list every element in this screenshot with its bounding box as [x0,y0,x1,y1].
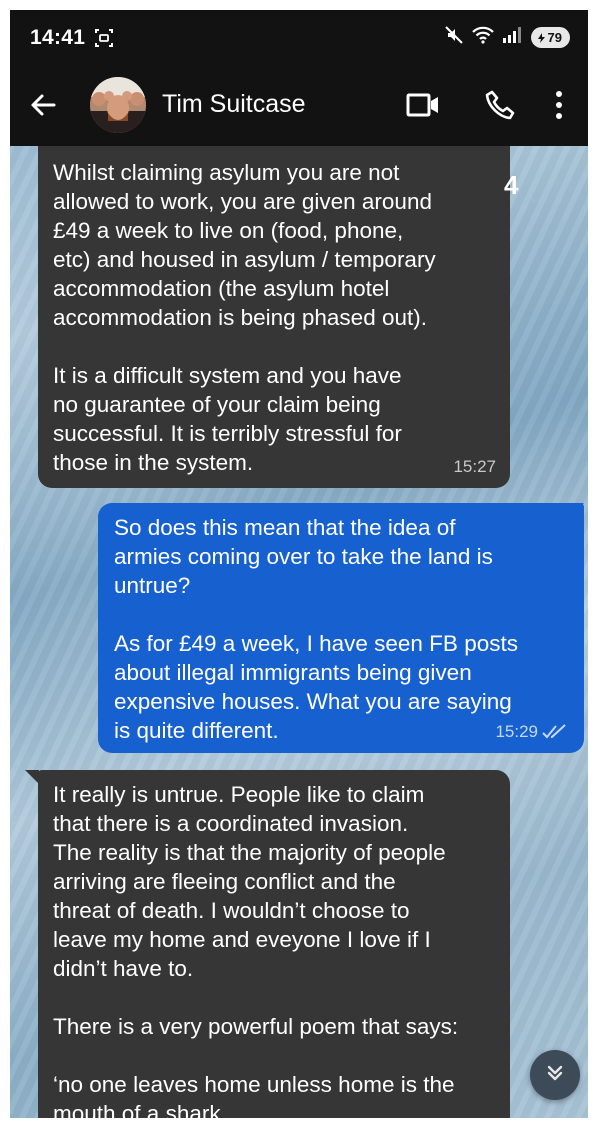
message-line: threat of death. I wouldn’t choose to [53,898,410,923]
mute-icon [444,25,464,50]
message-line: So does this mean that the idea of [114,515,456,540]
status-icons: 79 [444,25,570,50]
page-number-overlay: 4 [504,170,519,200]
message-line: successful. It is terribly stressful for [53,421,402,446]
back-arrow-icon[interactable] [28,90,62,124]
status-bar: 14:41 79 [10,10,588,66]
message-line: those in the system. [53,450,254,475]
message-line: accommodation (the asylum hotel [53,276,390,301]
message-line: etc) and housed in asylum / temporary [53,247,436,272]
message-bubble-incoming[interactable]: Whilst claiming asylum you are not allow… [38,144,510,488]
message-line: The reality is that the majority of peop… [53,840,446,865]
message-line: As for £49 a week, I have seen FB posts [114,631,518,656]
phone-call-icon[interactable] [484,89,516,126]
status-time: 14:41 [30,26,86,49]
message-line: about illegal immigrants being given [114,660,472,685]
scroll-to-bottom-button[interactable] [530,1050,580,1100]
message-line: There is a very powerful poem that says: [53,1014,459,1039]
message-line: It really is untrue. People like to clai… [53,782,425,807]
message-time: 15:29 [495,722,538,741]
double-check-icon [542,718,568,747]
message-line: no guarantee of your claim being [53,392,381,417]
screen-record-icon [93,27,115,54]
message-line: mouth of a shark, [53,1101,227,1118]
message-time: 15:27 [453,457,496,476]
contact-name[interactable]: Tim Suitcase [162,90,306,119]
video-call-icon[interactable] [406,91,440,124]
message-line: expensive houses. What you are saying [114,689,512,714]
chevron-double-down-icon [544,1062,566,1089]
signal-icon [502,26,524,49]
message-line: leave my home and eveyone I love if I [53,927,431,952]
message-bubble-outgoing[interactable]: So does this mean that the idea of armie… [98,503,584,753]
avatar[interactable] [90,77,146,133]
message-line: untrue? [114,573,191,598]
message-line: arriving are fleeing conflict and the [53,869,396,894]
message-line: didn’t have to. [53,956,194,981]
battery-icon: 79 [530,27,570,48]
bubble-tail [25,770,39,784]
message-line: It is a difficult system and you have [53,363,402,388]
message-line: £49 a week to live on (food, phone, [53,218,404,243]
message-line: armies coming over to take the land is [114,544,493,569]
more-vertical-icon[interactable] [554,90,564,125]
message-line: allowed to work, you are given around [53,189,432,214]
message-line: Whilst claiming asylum you are not [53,160,400,185]
chat-header: Tim Suitcase [10,66,588,146]
message-bubble-incoming[interactable]: It really is untrue. People like to clai… [38,770,510,1118]
phone-screen: 14:41 79 Tim Suitcase 4 Whilst claiming … [10,10,588,1118]
message-line: ‘no one leaves home unless home is the [53,1072,455,1097]
wifi-icon [471,25,495,50]
message-line: that there is a coordinated invasion. [53,811,409,836]
message-line: accommodation is being phased out). [53,305,427,330]
battery-level: 79 [547,30,562,45]
